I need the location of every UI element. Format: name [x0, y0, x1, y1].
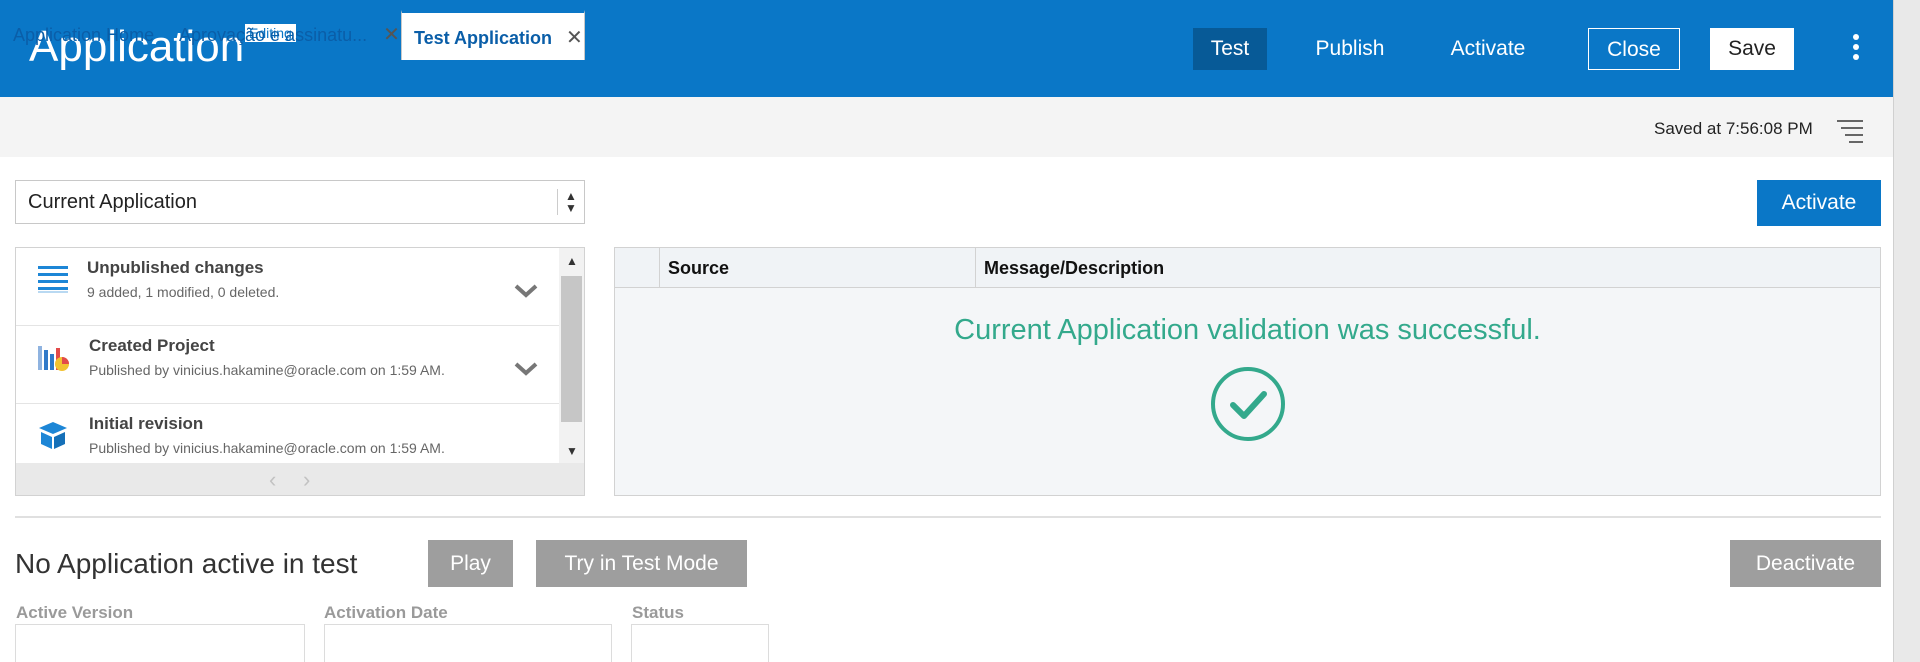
activation-date-label: Activation Date [324, 603, 448, 622]
test-button[interactable]: Test [1193, 28, 1267, 70]
validation-table: Source Message/Description Current Appli… [614, 247, 1881, 496]
list-pagination: ‹ › [16, 463, 584, 495]
active-version-field[interactable] [15, 624, 305, 662]
status-field[interactable] [631, 624, 769, 662]
table-header: Source Message/Description [615, 248, 1880, 288]
activation-date-field[interactable] [324, 624, 612, 662]
column-header-message: Message/Description [975, 248, 1880, 288]
tab-application-home[interactable]: Application Home [13, 10, 154, 60]
more-options-icon[interactable] [1846, 34, 1866, 64]
previous-page-icon[interactable]: ‹ [269, 467, 276, 493]
page: Application Editing Test Publish Activat… [0, 0, 1920, 662]
status-label: Status [632, 603, 684, 622]
menu-lines-icon[interactable] [1837, 120, 1863, 148]
header-activate-button[interactable]: Activate [1440, 28, 1536, 70]
section-divider [15, 516, 1881, 518]
close-button[interactable]: Close [1588, 28, 1680, 70]
revision-title: Unpublished changes [87, 258, 264, 277]
application-select[interactable]: Current Application ▲ ▼ [15, 180, 585, 224]
select-arrows-icon: ▲ ▼ [565, 189, 577, 215]
close-tab-icon[interactable]: ✕ [383, 24, 400, 46]
publish-button[interactable]: Publish [1305, 28, 1395, 70]
revision-list: Unpublished changes 9 added, 1 modified,… [15, 247, 585, 496]
revision-title: Created Project [89, 336, 215, 355]
list-scrollbar[interactable]: ▲ ▼ [559, 248, 584, 463]
chevron-down-icon[interactable] [514, 362, 538, 376]
list-icon [38, 266, 68, 293]
tab-approval[interactable]: Aprovação e assinatu... ✕ [179, 10, 400, 60]
scroll-thumb[interactable] [561, 276, 582, 422]
chart-project-icon [38, 346, 69, 371]
revision-subtitle: 9 added, 1 modified, 0 deleted. [87, 284, 280, 300]
page-scrollbar[interactable] [1893, 0, 1920, 662]
revision-title: Initial revision [89, 414, 204, 433]
test-status-heading: No Application active in test [15, 548, 358, 579]
column-header-source: Source [659, 248, 975, 288]
revision-subtitle: Published by vinicius.hakamine@oracle.co… [89, 440, 445, 456]
box-icon [39, 422, 67, 449]
revision-subtitle: Published by vinicius.hakamine@oracle.co… [89, 362, 445, 378]
tab-bar [0, 97, 1893, 157]
validation-success-message: Current Application validation was succe… [954, 314, 1541, 346]
deactivate-button[interactable]: Deactivate [1730, 540, 1881, 587]
activate-button[interactable]: Activate [1757, 180, 1881, 226]
tab-test-application[interactable]: Test Application ✕ [401, 10, 585, 60]
select-divider [557, 189, 558, 215]
chevron-down-icon[interactable] [514, 284, 538, 298]
close-tab-icon[interactable]: ✕ [566, 27, 583, 49]
tab-label: Test Application [414, 28, 553, 48]
scroll-down-icon[interactable]: ▼ [566, 444, 578, 458]
column-header [615, 248, 659, 288]
scroll-up-icon[interactable]: ▲ [566, 254, 578, 268]
active-version-label: Active Version [16, 603, 134, 622]
check-circle-icon [1211, 367, 1285, 441]
select-value: Current Application [28, 191, 197, 213]
saved-status: Saved at 7:56:08 PM [1654, 119, 1813, 138]
next-page-icon[interactable]: › [303, 467, 310, 493]
save-button[interactable]: Save [1710, 28, 1794, 70]
try-test-mode-button[interactable]: Try in Test Mode [536, 540, 747, 587]
play-button[interactable]: Play [428, 540, 513, 587]
tab-label: Application Home [13, 25, 155, 45]
list-item[interactable]: Unpublished changes 9 added, 1 modified,… [16, 248, 559, 326]
list-item[interactable]: Created Project Published by vinicius.ha… [16, 326, 559, 404]
tab-label: Aprovação e assinatu... [179, 25, 368, 45]
